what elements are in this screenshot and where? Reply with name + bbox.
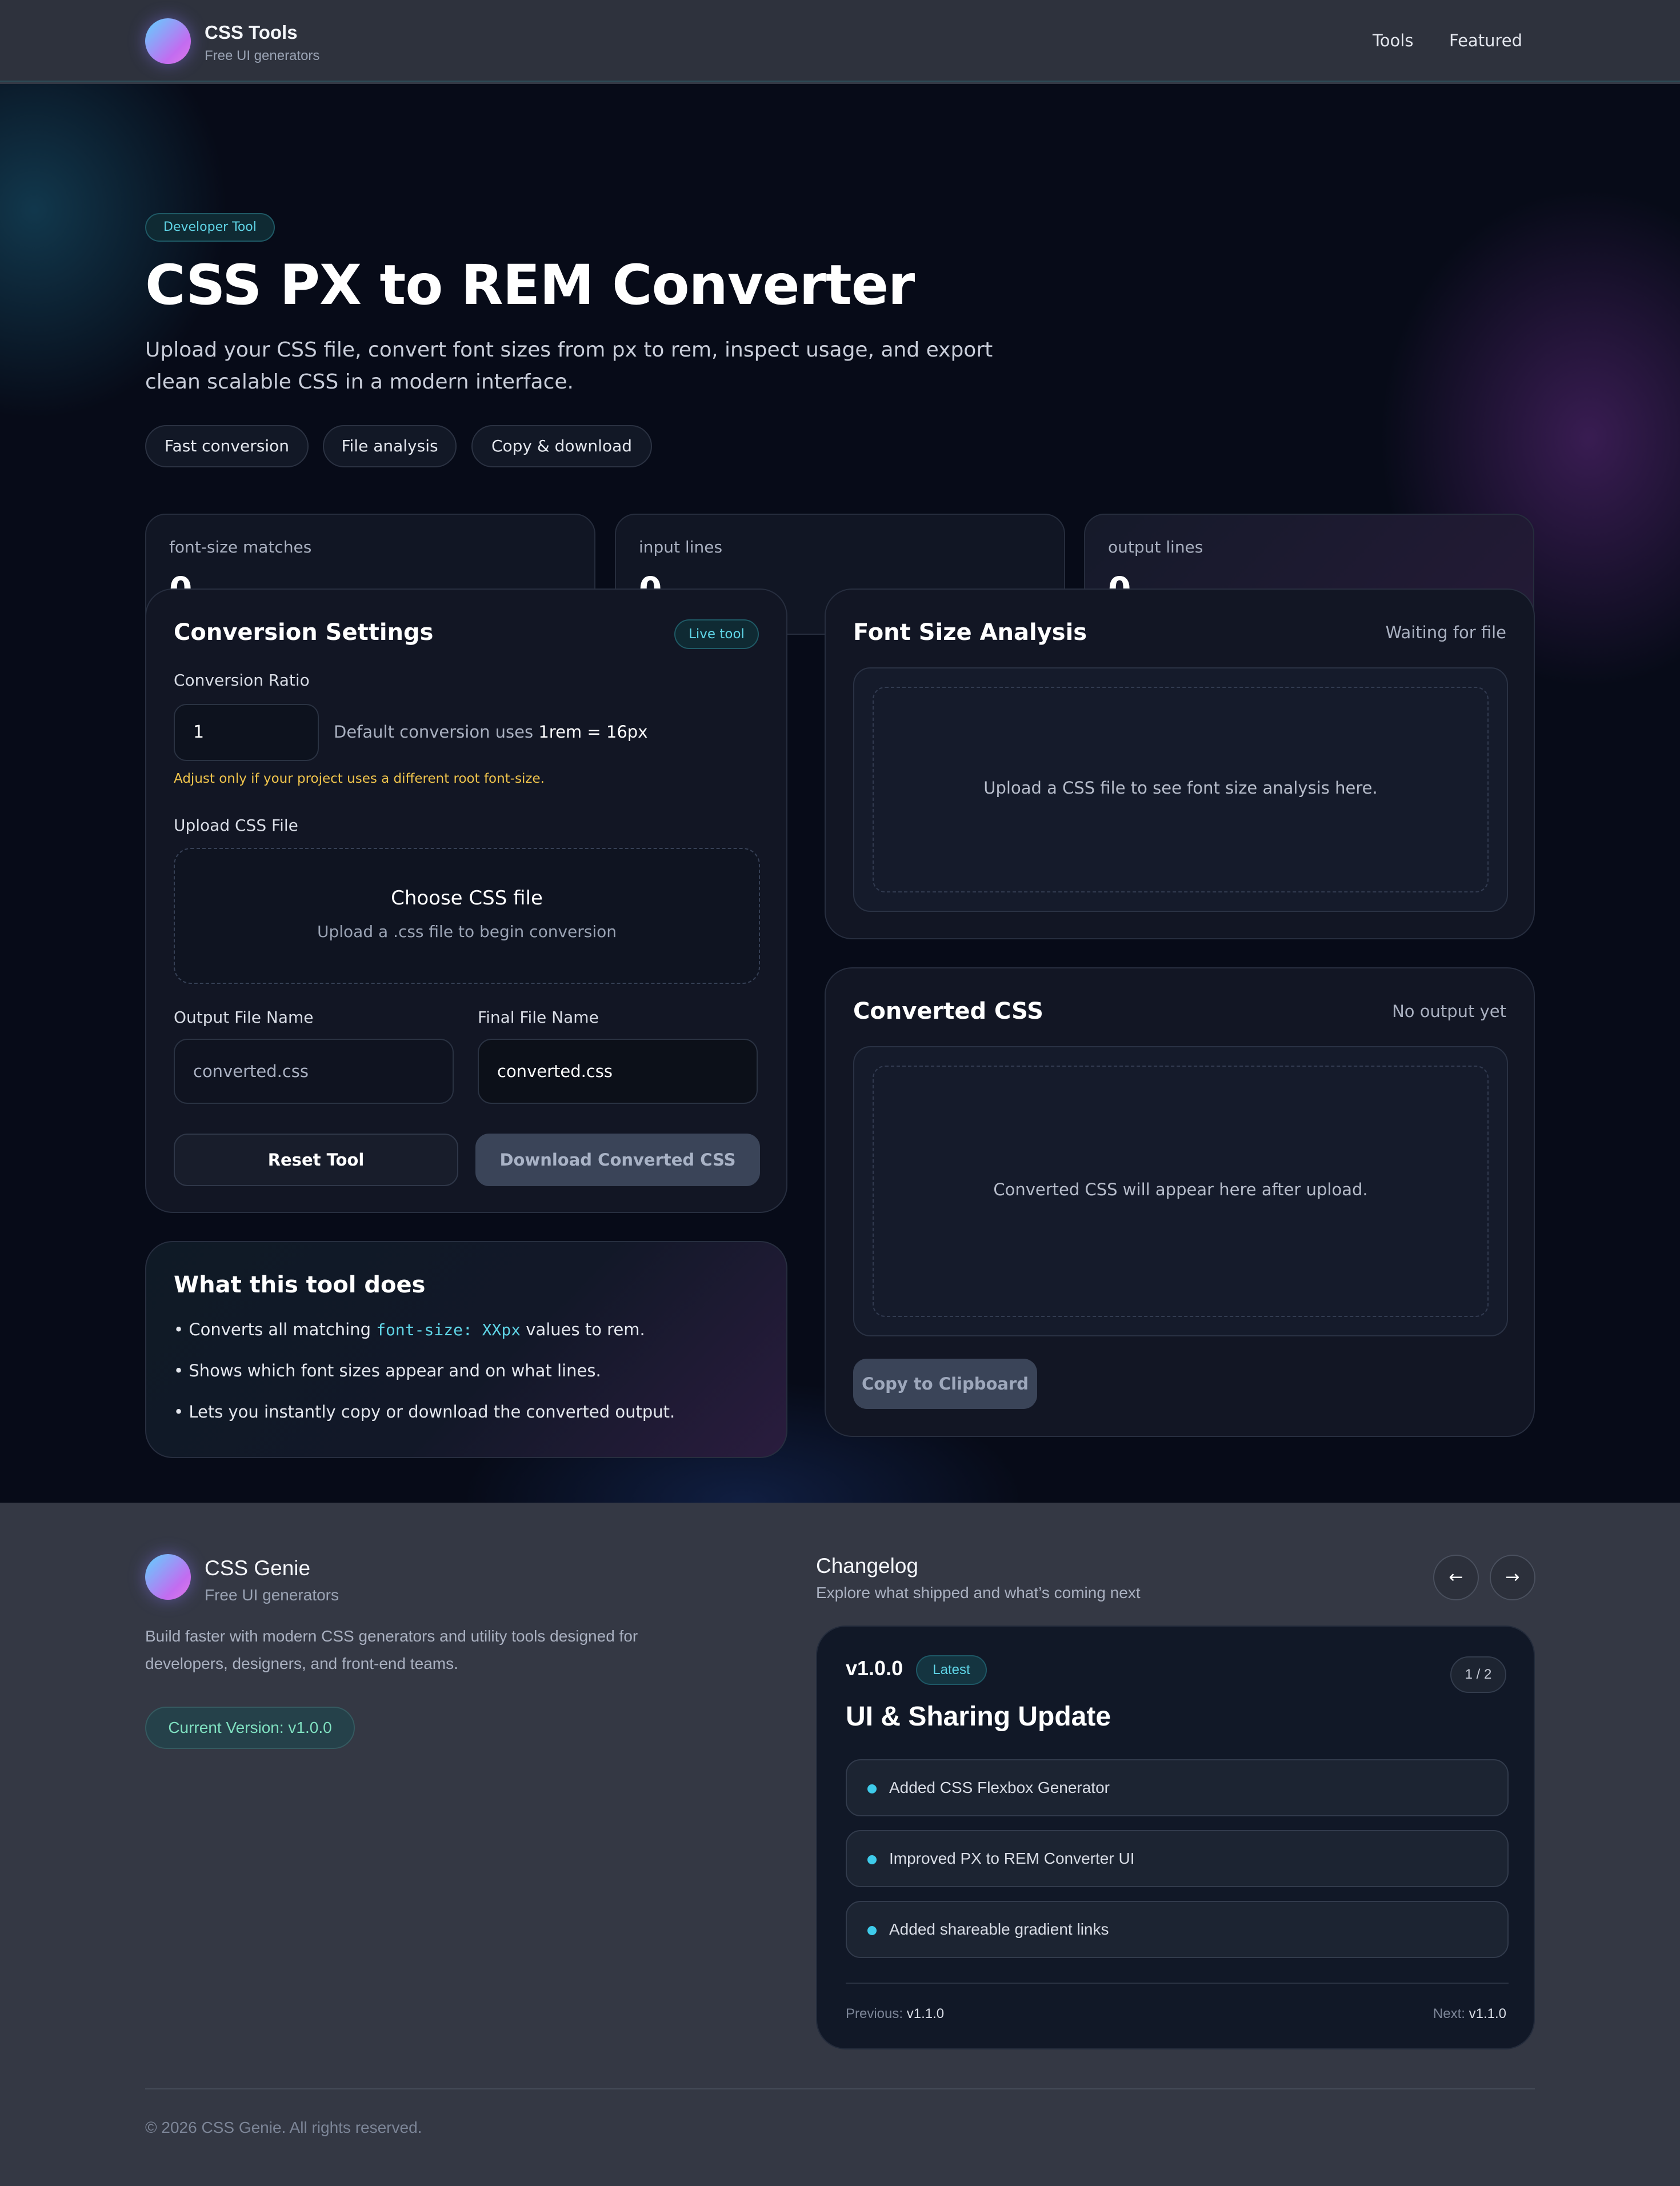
download-converted-css-button[interactable]: Download Converted CSS <box>475 1134 760 1186</box>
font-size-analysis-panel: Font Size Analysis Waiting for file Uplo… <box>825 588 1535 939</box>
previous-version: v1.1.0 <box>906 2006 945 2021</box>
site-header: CSS Tools Free UI generators Tools Featu… <box>0 0 1680 82</box>
analysis-status: Waiting for file <box>1385 623 1506 642</box>
bullet-text: • Converts all matching <box>174 1320 377 1339</box>
choose-file-text: Choose CSS file <box>391 887 543 910</box>
feature-chip-file-analysis: File analysis <box>323 425 457 467</box>
bullet-dot-icon <box>867 1784 877 1793</box>
changelog-subtitle: Explore what shipped and what’s coming n… <box>816 1584 1141 1602</box>
stat-label: input lines <box>639 538 723 556</box>
stat-label: output lines <box>1108 538 1203 556</box>
tool-section: Developer Tool CSS PX to REM Converter U… <box>0 84 1680 1503</box>
ratio-hint-value: 1rem = 16px <box>538 722 648 742</box>
analysis-placeholder: Upload a CSS file to see font size analy… <box>983 778 1378 798</box>
changelog-page-indicator: 1 / 2 <box>1450 1656 1506 1693</box>
changelog-item: Added shareable gradient links <box>846 1901 1509 1958</box>
ratio-hint-text: Default conversion uses <box>334 722 539 742</box>
changelog-title: Changelog <box>816 1554 918 1578</box>
footer-description: Build faster with modern CSS generators … <box>145 1627 638 1672</box>
nav-link-tools[interactable]: Tools <box>1373 31 1413 50</box>
changelog-divider <box>846 1983 1509 1984</box>
nav-link-featured[interactable]: Featured <box>1449 31 1522 50</box>
footer-brand-name: CSS Genie <box>205 1556 311 1580</box>
stat-label: font-size matches <box>169 538 312 556</box>
copy-to-clipboard-button[interactable]: Copy to Clipboard <box>853 1359 1037 1409</box>
converted-placeholder: Converted CSS will appear here after upl… <box>993 1180 1368 1199</box>
changelog-heading: UI & Sharing Update <box>846 1701 1111 1732</box>
footer-logo-icon <box>145 1554 191 1600</box>
brand-name[interactable]: CSS Tools <box>205 22 298 43</box>
reset-tool-button[interactable]: Reset Tool <box>174 1134 458 1186</box>
footer-brand-tagline: Free UI generators <box>205 1586 339 1604</box>
current-version-badge: Current Version: v1.0.0 <box>145 1707 355 1749</box>
changelog-next-button[interactable]: → <box>1490 1555 1535 1600</box>
logo-icon[interactable] <box>145 18 191 64</box>
panel-title: Conversion Settings <box>174 619 434 646</box>
changelog-previous[interactable]: Previous: v1.1.0 <box>846 2006 944 2022</box>
upload-label: Upload CSS File <box>174 816 298 835</box>
changelog-item-text: Added CSS Flexbox Generator <box>889 1779 1110 1796</box>
arrow-right-icon: → <box>1505 1567 1520 1587</box>
changelog-item: Improved PX to REM Converter UI <box>846 1830 1509 1887</box>
output-file-name-input[interactable]: converted.css <box>174 1039 454 1104</box>
page-title: CSS PX to REM Converter <box>145 253 915 317</box>
output-file-name-label: Output File Name <box>174 1008 314 1027</box>
changelog-item-text: Added shareable gradient links <box>889 1920 1109 1938</box>
bullet-dot-icon <box>867 1926 877 1935</box>
next-label: Next: <box>1433 2006 1465 2021</box>
bullet-text: values to rem. <box>521 1320 645 1339</box>
feature-bullet: • Shows which font sizes appear and on w… <box>174 1361 601 1380</box>
feature-bullet: • Lets you instantly copy or download th… <box>174 1402 675 1422</box>
copyright-text: © 2026 CSS Genie. All rights reserved. <box>145 2119 422 2136</box>
converted-status: No output yet <box>1392 1002 1506 1021</box>
page: CSS Tools Free UI generators Tools Featu… <box>0 0 1680 2186</box>
bullet-dot-icon <box>867 1855 877 1864</box>
final-file-name-field: converted.css <box>478 1039 758 1104</box>
ratio-hint: Default conversion uses 1rem = 16px <box>334 722 647 742</box>
ratio-warning: Adjust only if your project uses a diffe… <box>174 771 545 786</box>
panel-title: Converted CSS <box>853 998 1043 1024</box>
changelog-item-text: Improved PX to REM Converter UI <box>889 1849 1135 1867</box>
conversion-ratio-label: Conversion Ratio <box>174 671 310 690</box>
changelog-next[interactable]: Next: v1.1.0 <box>1433 2006 1506 2022</box>
arrow-left-icon: ← <box>1449 1567 1463 1587</box>
final-file-name-label: Final File Name <box>478 1008 599 1027</box>
page-description: Upload your CSS file, convert font sizes… <box>145 338 993 394</box>
code-snippet: font-size: XXpx <box>376 1320 521 1339</box>
changelog-card: v1.0.0 Latest 1 / 2 UI & Sharing Update … <box>816 1626 1535 2049</box>
changelog-prev-button[interactable]: ← <box>1433 1555 1479 1600</box>
what-this-tool-does-panel: What this tool does • Converts all match… <box>145 1241 787 1458</box>
footer-divider <box>145 2088 1535 2089</box>
feature-bullet: • Converts all matching font-size: XXpx … <box>174 1320 645 1339</box>
converted-css-panel: Converted CSS No output yet Converted CS… <box>825 967 1535 1437</box>
previous-label: Previous: <box>846 2006 903 2021</box>
panel-title: Font Size Analysis <box>853 619 1087 646</box>
analysis-output-box: Upload a CSS file to see font size analy… <box>853 667 1508 912</box>
next-version: v1.1.0 <box>1469 2006 1506 2021</box>
converted-css-output[interactable]: Converted CSS will appear here after upl… <box>853 1046 1508 1336</box>
changelog-version: v1.0.0 <box>846 1656 903 1680</box>
conversion-settings-panel: Conversion Settings Live tool Conversion… <box>145 588 787 1213</box>
css-file-dropzone[interactable]: Choose CSS file Upload a .css file to be… <box>174 848 760 984</box>
upload-hint: Upload a .css file to begin conversion <box>317 922 617 941</box>
brand-tagline: Free UI generators <box>205 48 320 63</box>
feature-chip-fast-conversion: Fast conversion <box>145 425 309 467</box>
latest-badge: Latest <box>916 1655 987 1685</box>
live-tool-badge: Live tool <box>674 619 759 649</box>
feature-chip-copy-download: Copy & download <box>471 425 652 467</box>
developer-tool-badge: Developer Tool <box>145 213 275 242</box>
changelog-item: Added CSS Flexbox Generator <box>846 1759 1509 1816</box>
conversion-ratio-input[interactable]: 1 <box>174 704 319 761</box>
panel-title: What this tool does <box>174 1272 426 1298</box>
